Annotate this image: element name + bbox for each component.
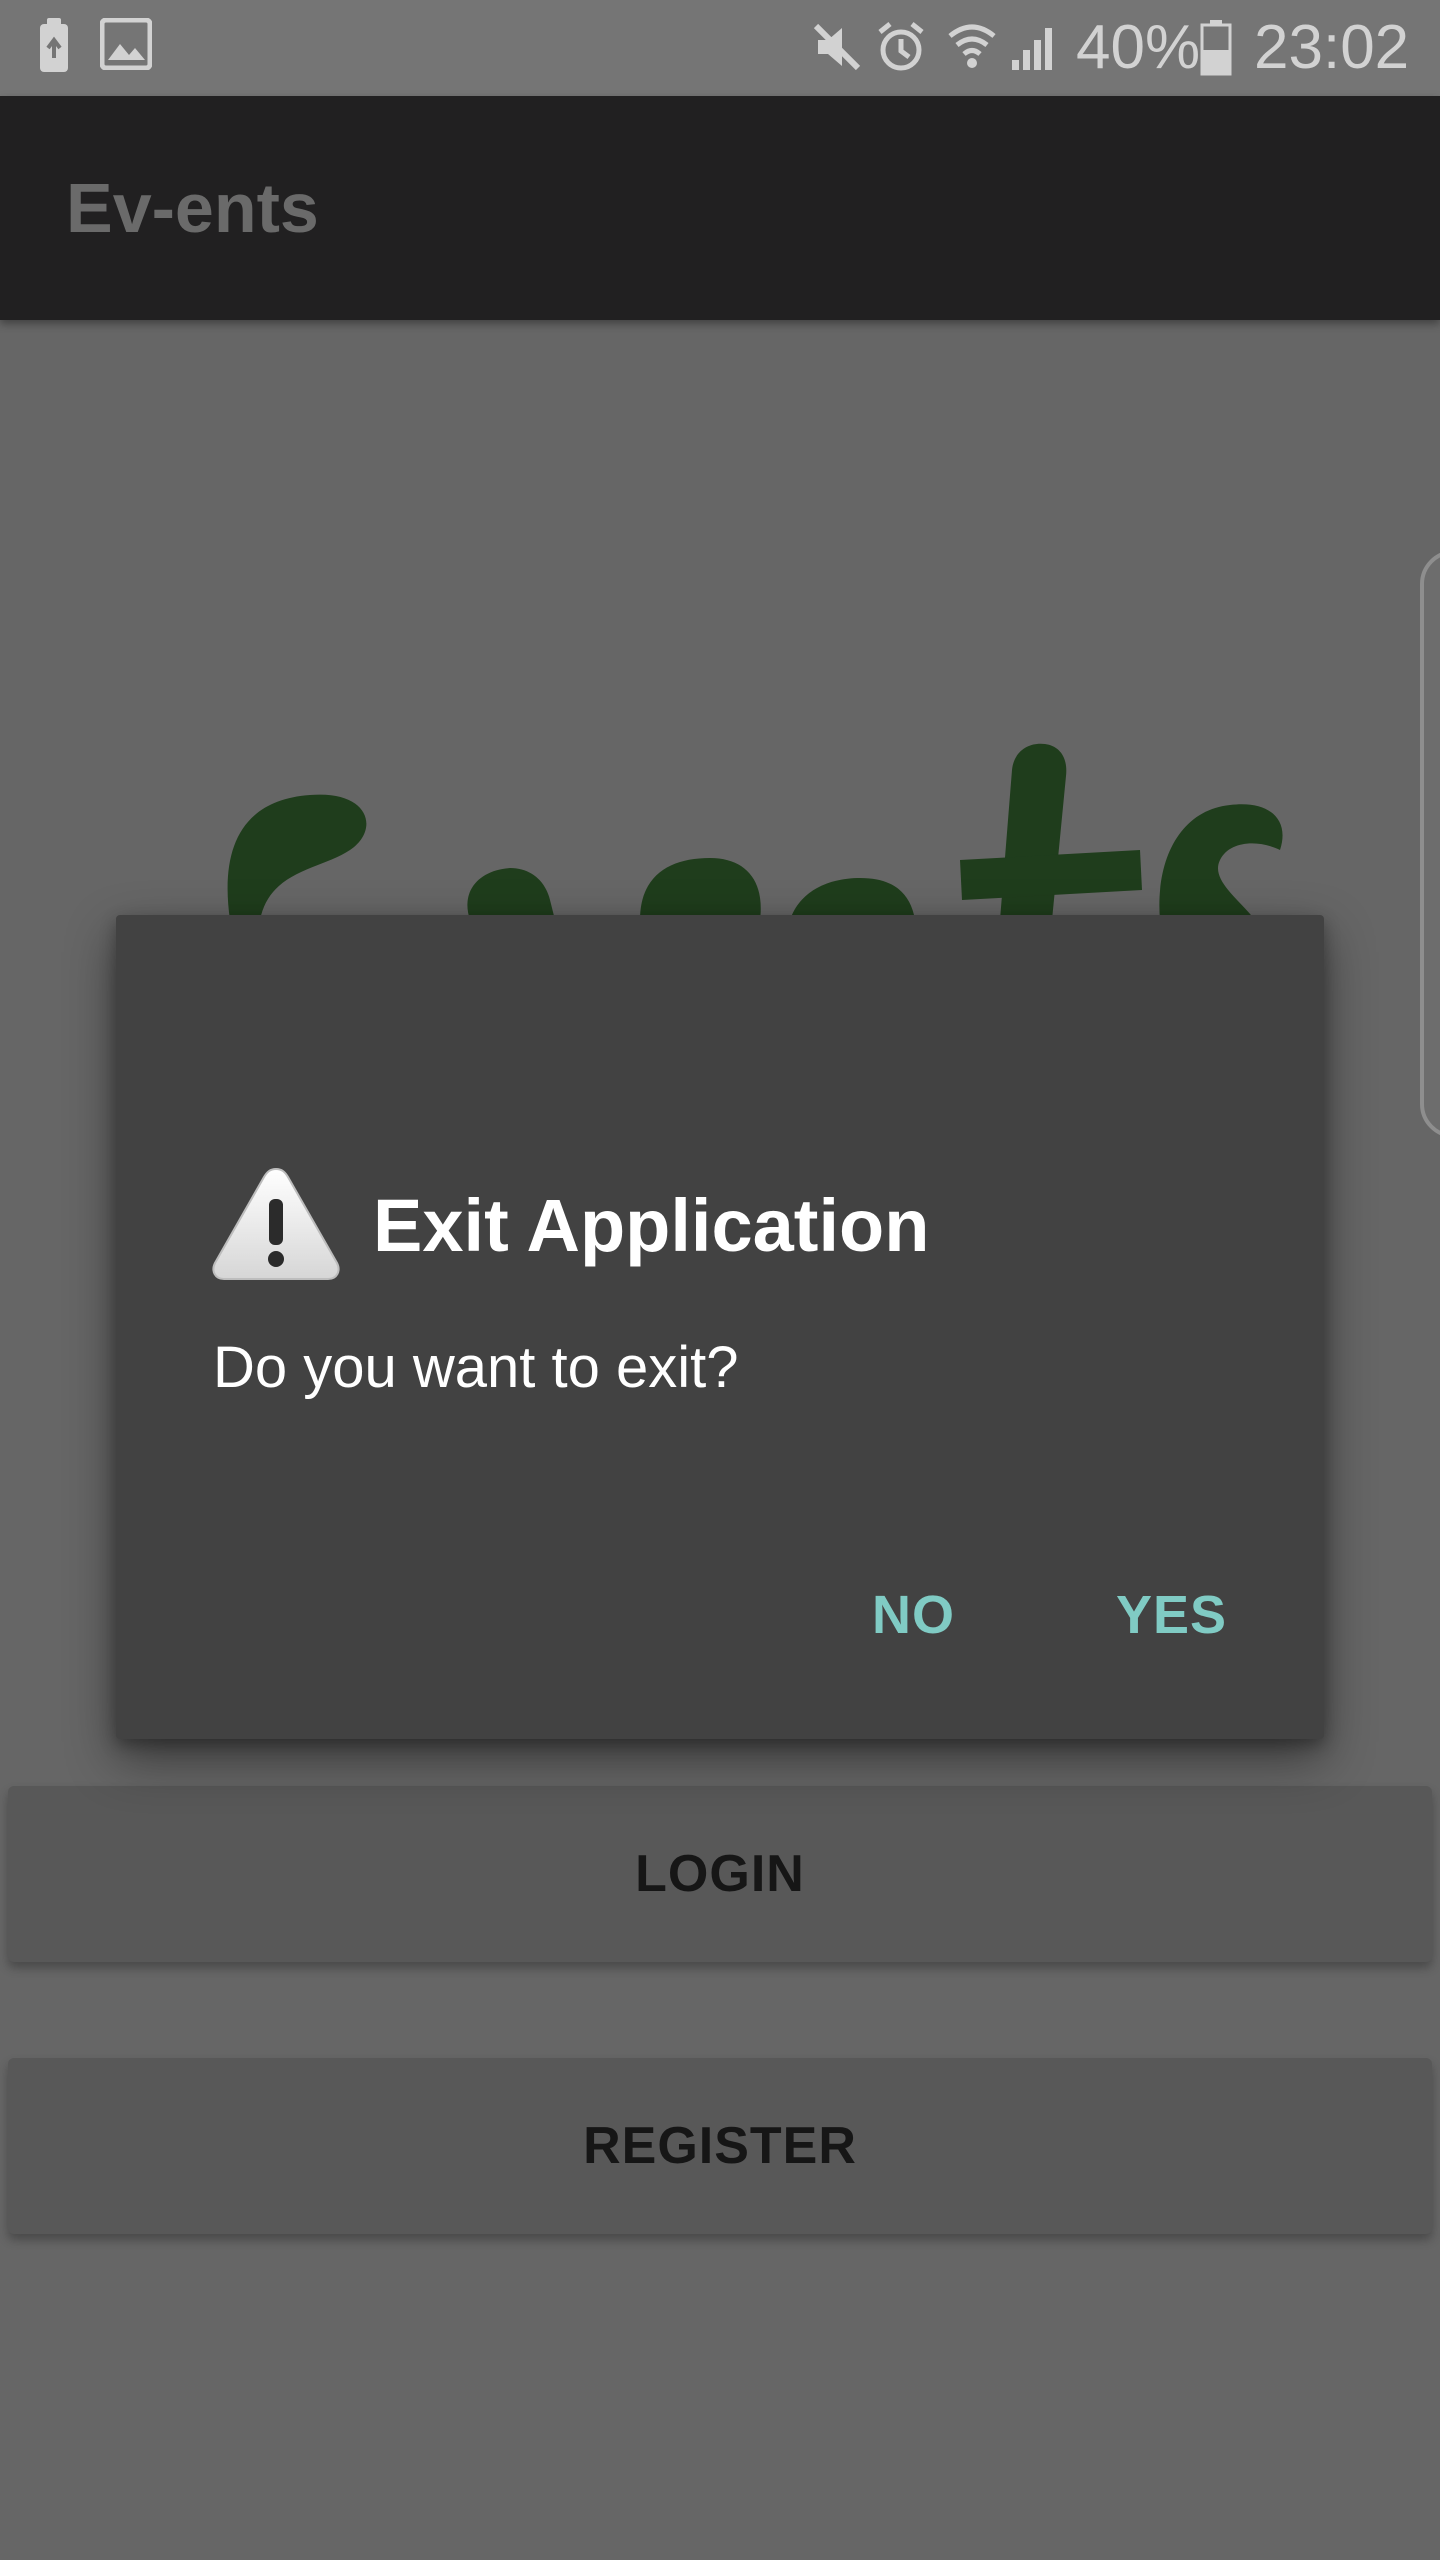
wifi-icon xyxy=(948,24,996,68)
app-title: Ev-ents xyxy=(66,169,319,247)
app-bar: Ev-ents xyxy=(0,96,1440,320)
events-logo xyxy=(227,743,1283,920)
login-button[interactable]: LOGIN xyxy=(8,1786,1432,1962)
warning-icon xyxy=(212,1167,340,1280)
exit-dialog: Exit Application Do you want to exit? NO… xyxy=(116,915,1324,1739)
yes-button[interactable]: YES xyxy=(1096,1565,1247,1665)
battery-percent: 40% xyxy=(1076,13,1201,82)
mute-icon xyxy=(813,23,861,71)
dialog-message: Do you want to exit? xyxy=(213,1335,739,1400)
screen: 40% 23:02 Ev-ents LOGIN REGISTER Exit Ap… xyxy=(0,0,1440,2560)
cell-signal-icon xyxy=(1012,28,1052,70)
no-button[interactable]: NO xyxy=(852,1565,975,1665)
login-button-label: LOGIN xyxy=(635,1845,805,1903)
gallery-icon xyxy=(100,18,152,70)
status-bar: 40% 23:02 xyxy=(0,0,1440,96)
alarm-icon xyxy=(878,22,924,71)
battery-icon xyxy=(1200,20,1232,76)
side-panel-edge xyxy=(1420,550,1440,1138)
register-button[interactable]: REGISTER xyxy=(8,2058,1432,2234)
battery-saver-icon xyxy=(40,18,68,72)
dialog-title: Exit Application xyxy=(373,1184,930,1267)
clock: 23:02 xyxy=(1254,13,1410,82)
register-button-label: REGISTER xyxy=(583,2117,857,2175)
